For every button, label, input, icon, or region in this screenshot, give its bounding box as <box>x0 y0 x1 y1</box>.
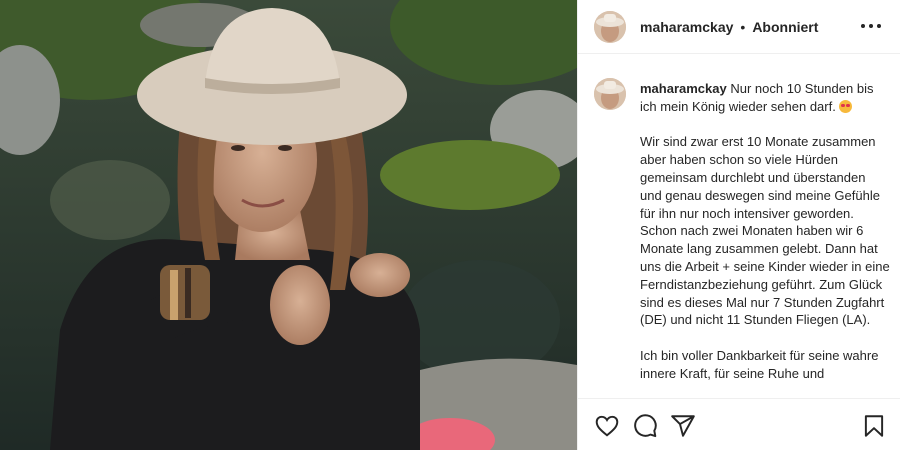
caption-tail: Ich bin voller Dankbarkeit für seine wah… <box>640 347 883 381</box>
author-username[interactable]: maharamckay <box>640 19 733 35</box>
more-dot <box>861 24 865 28</box>
more-dot <box>877 24 881 28</box>
caption-body: Wir sind zwar erst 10 Monate zusammen ab… <box>640 134 894 328</box>
action-bar <box>578 398 900 450</box>
post-photo[interactable] <box>0 0 577 450</box>
post-sidebar: maharamckay • Abonniert maharamckay Nur … <box>577 0 900 450</box>
post-photo-image <box>0 0 577 450</box>
author-avatar[interactable] <box>594 10 626 43</box>
paper-plane-icon[interactable] <box>670 413 696 439</box>
follow-status-button[interactable]: Abonniert <box>752 19 818 35</box>
caption-comment: maharamckay Nur noch 10 Stunden bis ich … <box>594 78 894 396</box>
bookmark-icon[interactable] <box>861 413 887 439</box>
post-header: maharamckay • Abonniert <box>578 0 900 54</box>
caption-text: maharamckay Nur noch 10 Stunden bis ich … <box>640 80 890 383</box>
more-dot <box>869 24 873 28</box>
heart-icon[interactable] <box>594 413 620 439</box>
caption-username[interactable]: maharamckay <box>640 81 727 96</box>
separator-dot: • <box>740 18 746 35</box>
heart-eyes-emoji <box>839 99 853 113</box>
more-options-icon[interactable] <box>861 16 881 36</box>
comment-icon[interactable] <box>632 413 658 439</box>
caption-author-avatar[interactable] <box>594 78 626 110</box>
